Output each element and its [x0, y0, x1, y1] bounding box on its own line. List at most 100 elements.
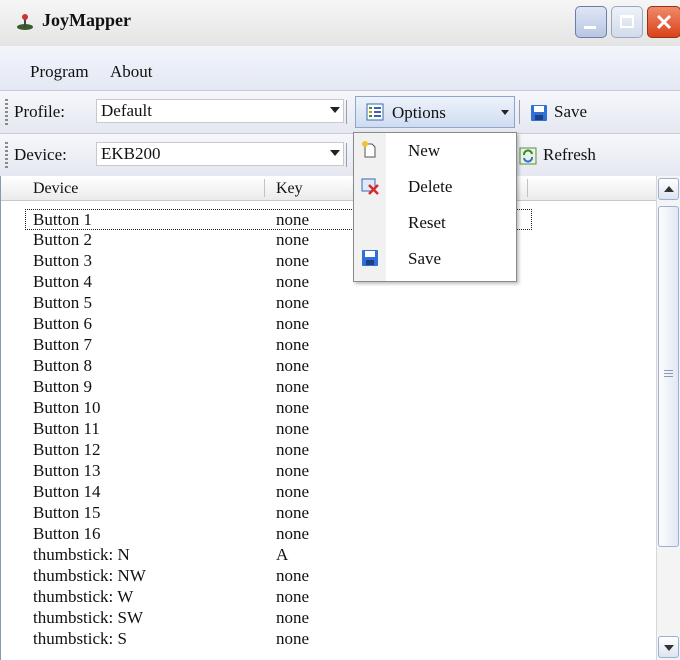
- cell-key: none: [276, 440, 310, 459]
- cell-key: none: [276, 419, 310, 438]
- table-row[interactable]: thumbstick: SW none: [1, 608, 531, 629]
- toolbar-grip[interactable]: [5, 142, 8, 168]
- cell-key: none: [276, 314, 310, 333]
- cell-device: Button 14: [33, 482, 101, 501]
- scrollbar-thumb[interactable]: [658, 206, 679, 547]
- device-select[interactable]: EKB200: [96, 142, 344, 166]
- cell-key: none: [276, 251, 310, 270]
- cell-device: Button 9: [33, 377, 93, 396]
- table-row[interactable]: Button 14 none: [1, 482, 531, 503]
- cell-key: none: [276, 629, 310, 648]
- cell-key: none: [276, 335, 310, 354]
- table-row[interactable]: Button 9 none: [1, 377, 531, 398]
- menu-item-save[interactable]: Save: [354, 243, 516, 279]
- minimize-button[interactable]: [575, 6, 607, 38]
- vertical-scrollbar[interactable]: [656, 176, 680, 660]
- table-row[interactable]: thumbstick: N A: [1, 545, 531, 566]
- toolbar-grip[interactable]: [5, 99, 8, 125]
- joystick-icon: [17, 14, 33, 30]
- maximize-button[interactable]: [611, 6, 643, 38]
- cell-device: thumbstick: W: [33, 587, 134, 606]
- cell-key: none: [276, 230, 310, 249]
- table-row[interactable]: Button 11 none: [1, 419, 531, 440]
- table-row[interactable]: Button 10 none: [1, 398, 531, 419]
- refresh-button[interactable]: Refresh: [515, 141, 615, 169]
- table-row[interactable]: thumbstick: NW none: [1, 566, 531, 587]
- refresh-icon: [519, 147, 537, 165]
- chevron-down-icon: [330, 107, 340, 113]
- floppy-icon: [531, 105, 547, 121]
- menu-about[interactable]: About: [110, 62, 153, 82]
- list-header: Device Key: [1, 176, 656, 201]
- device-toolbar: Device: EKB200 Refresh: [0, 134, 680, 177]
- cell-device: Button 4: [33, 272, 93, 291]
- save-profile-button[interactable]: Save: [526, 98, 598, 126]
- cell-key: A: [276, 545, 289, 564]
- table-row[interactable]: Button 16 none: [1, 524, 531, 545]
- refresh-label: Refresh: [543, 145, 596, 164]
- cell-key: none: [276, 293, 310, 312]
- cell-device: Button 15: [33, 503, 101, 522]
- chevron-down-icon: [330, 150, 340, 156]
- profile-select[interactable]: Default: [96, 99, 344, 123]
- floppy-icon: [362, 250, 378, 266]
- cell-key: none: [276, 566, 310, 585]
- cell-key: none: [276, 587, 310, 606]
- window-title: JoyMapper: [42, 10, 131, 30]
- menu-program[interactable]: Program: [30, 62, 89, 82]
- toolbar-separator: [346, 100, 347, 124]
- column-divider[interactable]: [527, 179, 528, 197]
- scroll-up-button[interactable]: [658, 178, 679, 200]
- chevron-down-icon: [501, 110, 509, 115]
- cell-key: none: [276, 210, 310, 229]
- cell-key: none: [276, 356, 310, 375]
- cell-key: none: [276, 377, 310, 396]
- cell-key: none: [276, 482, 310, 501]
- maximize-icon: [620, 15, 634, 28]
- options-button[interactable]: Options: [355, 96, 515, 128]
- table-row[interactable]: Button 7 none: [1, 335, 531, 356]
- menu-item-delete[interactable]: Delete: [354, 171, 516, 207]
- cell-device: Button 11: [33, 419, 100, 438]
- mapping-list[interactable]: Device Key Button 1 none Button 2 none Butto…: [0, 176, 657, 660]
- cell-key: none: [276, 503, 310, 522]
- chevron-down-icon: [664, 645, 674, 651]
- cell-device: Button 2: [33, 230, 93, 249]
- cell-device: thumbstick: S: [33, 629, 127, 648]
- profile-value: Default: [101, 101, 152, 120]
- profile-toolbar: Profile: Default Options Save: [0, 91, 680, 134]
- minimize-icon: [584, 26, 596, 29]
- table-row[interactable]: Button 15 none: [1, 503, 531, 524]
- cell-key: none: [276, 524, 310, 543]
- cell-device: Button 12: [33, 440, 101, 459]
- cell-key: none: [276, 608, 310, 627]
- cell-device: Button 6: [33, 314, 93, 333]
- device-value: EKB200: [101, 144, 161, 163]
- cell-device: thumbstick: NW: [33, 566, 146, 585]
- table-row[interactable]: Button 13 none: [1, 461, 531, 482]
- table-row[interactable]: Button 5 none: [1, 293, 531, 314]
- table-row[interactable]: thumbstick: W none: [1, 587, 531, 608]
- new-icon: [362, 141, 376, 158]
- profile-label: Profile:: [14, 102, 65, 121]
- options-menu: New Delete Reset Save: [353, 132, 517, 282]
- table-row[interactable]: Button 6 none: [1, 314, 531, 335]
- grip-icon: [664, 370, 673, 377]
- scroll-down-button[interactable]: [658, 636, 679, 658]
- save-label: Save: [554, 102, 588, 121]
- close-icon: [656, 14, 672, 30]
- options-label: Options: [392, 103, 446, 122]
- cell-key: none: [276, 272, 310, 291]
- column-header-key[interactable]: Key: [276, 180, 303, 198]
- cell-device: Button 8: [33, 356, 93, 375]
- table-row[interactable]: Button 8 none: [1, 356, 531, 377]
- cell-device: Button 16: [33, 524, 101, 543]
- table-row[interactable]: Button 12 none: [1, 440, 531, 461]
- menu-item-reset[interactable]: Reset: [354, 207, 516, 243]
- close-button[interactable]: [647, 6, 680, 38]
- column-header-device[interactable]: Device: [33, 180, 78, 198]
- table-row[interactable]: thumbstick: S none: [1, 629, 531, 650]
- menu-item-new[interactable]: New: [354, 135, 516, 171]
- cell-device: Button 7: [33, 335, 93, 354]
- column-divider[interactable]: [264, 179, 265, 197]
